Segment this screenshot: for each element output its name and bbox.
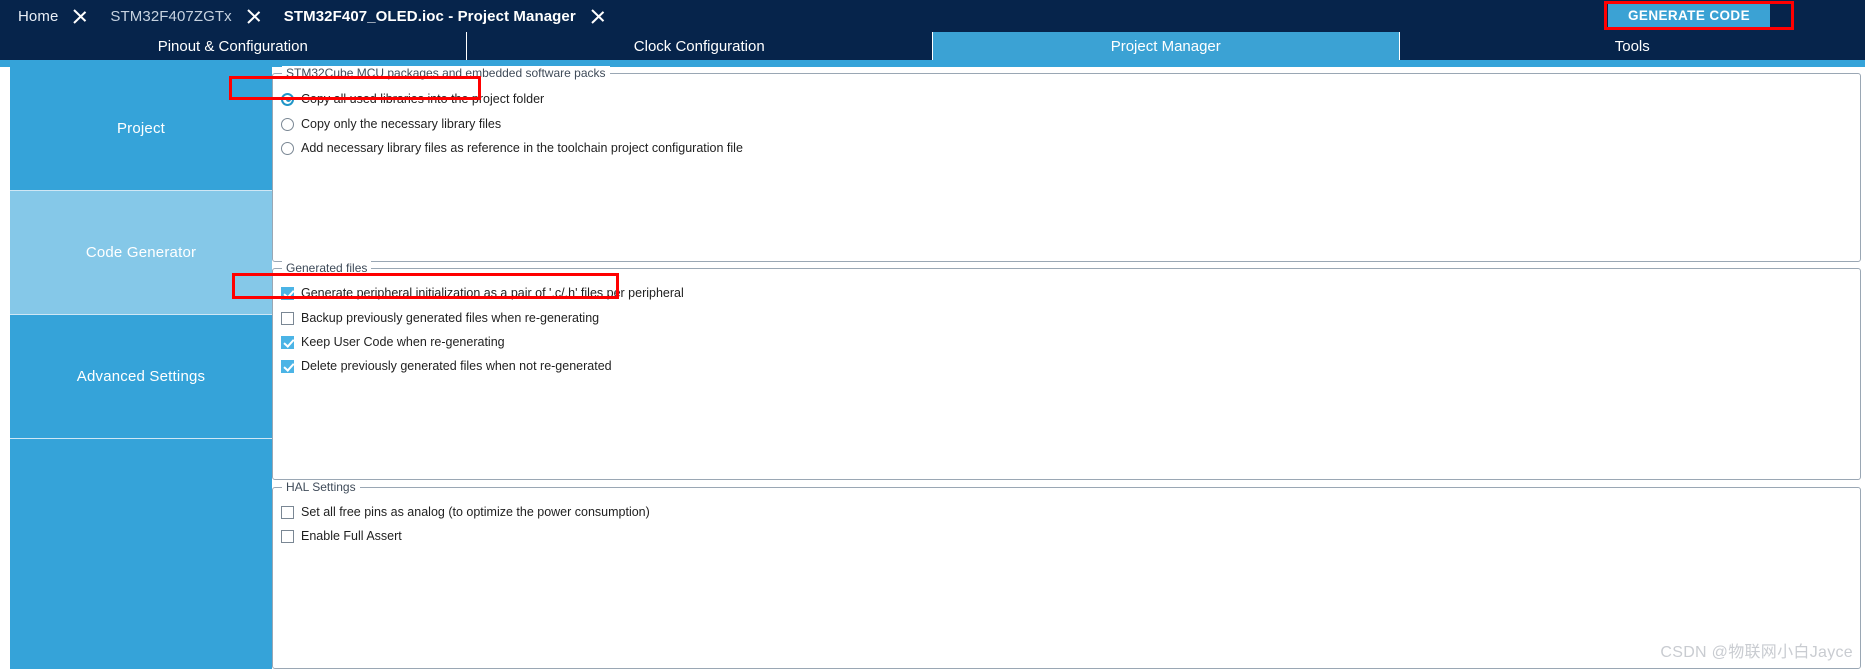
sidebar-item-project[interactable]: Project xyxy=(10,67,272,191)
checkbox-checked-icon xyxy=(281,335,294,349)
group-title-mcu-packages: STM32Cube MCU packages and embedded soft… xyxy=(282,66,610,80)
tab-clock-configuration[interactable]: Clock Configuration xyxy=(467,32,933,60)
project-manager-sidebar: Project Code Generator Advanced Settings xyxy=(10,67,272,669)
breadcrumb-item-home[interactable]: Home xyxy=(0,0,70,32)
breadcrumb: Home STM32F407ZGTx STM32F407_OLED.ioc - … xyxy=(0,0,614,32)
radio-copy-all-libraries[interactable]: Copy all used libraries into the project… xyxy=(281,89,544,109)
checkbox-unchecked-icon xyxy=(281,311,294,325)
checkbox-delete-previously-generated[interactable]: Delete previously generated files when n… xyxy=(281,356,612,376)
radio-copy-only-necessary[interactable]: Copy only the necessary library files xyxy=(281,114,501,134)
radio-off-icon xyxy=(281,141,294,155)
radio-off-icon xyxy=(281,117,294,131)
tab-project-manager[interactable]: Project Manager xyxy=(933,32,1400,60)
sidebar-item-advanced-settings[interactable]: Advanced Settings xyxy=(10,315,272,439)
group-hal-settings: HAL Settings Set all free pins as analog… xyxy=(272,480,1861,669)
checkbox-enable-full-assert[interactable]: Enable Full Assert xyxy=(281,526,402,546)
radio-on-icon xyxy=(281,92,294,106)
stm32cubemx-window: Home STM32F407ZGTx STM32F407_OLED.ioc - … xyxy=(0,0,1865,669)
chevron-right-icon xyxy=(588,0,614,32)
radio-add-as-reference[interactable]: Add necessary library files as reference… xyxy=(281,138,743,158)
watermark: CSDN @物联网小白Jayce xyxy=(1660,644,1853,661)
group-generated-files: Generated files Generate peripheral init… xyxy=(272,261,1861,480)
code-generator-panel: STM32Cube MCU packages and embedded soft… xyxy=(272,66,1865,669)
checkbox-unchecked-icon xyxy=(281,505,294,519)
chevron-right-icon xyxy=(244,0,270,32)
checkbox-set-free-pins-analog[interactable]: Set all free pins as analog (to optimize… xyxy=(281,502,650,522)
sidebar-item-code-generator[interactable]: Code Generator xyxy=(10,191,272,315)
checkbox-checked-icon xyxy=(281,286,294,300)
group-title-generated-files: Generated files xyxy=(282,261,372,275)
group-mcu-packages: STM32Cube MCU packages and embedded soft… xyxy=(272,66,1861,262)
checkbox-unchecked-icon xyxy=(281,529,294,543)
checkbox-checked-icon xyxy=(281,359,294,373)
breadcrumb-item-current: STM32F407_OLED.ioc - Project Manager xyxy=(283,7,576,25)
generate-code-area: GENERATE CODE xyxy=(1604,1,1858,31)
titlebar: Home STM32F407ZGTx STM32F407_OLED.ioc - … xyxy=(0,0,1865,32)
checkbox-generate-peripheral-init[interactable]: Generate peripheral initialization as a … xyxy=(281,283,684,303)
tab-pinout-configuration[interactable]: Pinout & Configuration xyxy=(0,32,467,60)
tab-tools[interactable]: Tools xyxy=(1400,32,1865,60)
group-title-hal-settings: HAL Settings xyxy=(282,480,360,494)
breadcrumb-item-mcu[interactable]: STM32F407ZGTx xyxy=(96,0,243,32)
chevron-right-icon xyxy=(70,0,96,32)
sidebar-item-empty[interactable] xyxy=(10,439,272,669)
main-tab-bar: Pinout & Configuration Clock Configurati… xyxy=(0,32,1865,60)
generate-code-button[interactable]: GENERATE CODE xyxy=(1608,4,1770,27)
checkbox-keep-user-code[interactable]: Keep User Code when re-generating xyxy=(281,332,505,352)
tab-underline xyxy=(0,60,1865,67)
checkbox-backup-previously-generated[interactable]: Backup previously generated files when r… xyxy=(281,308,599,328)
